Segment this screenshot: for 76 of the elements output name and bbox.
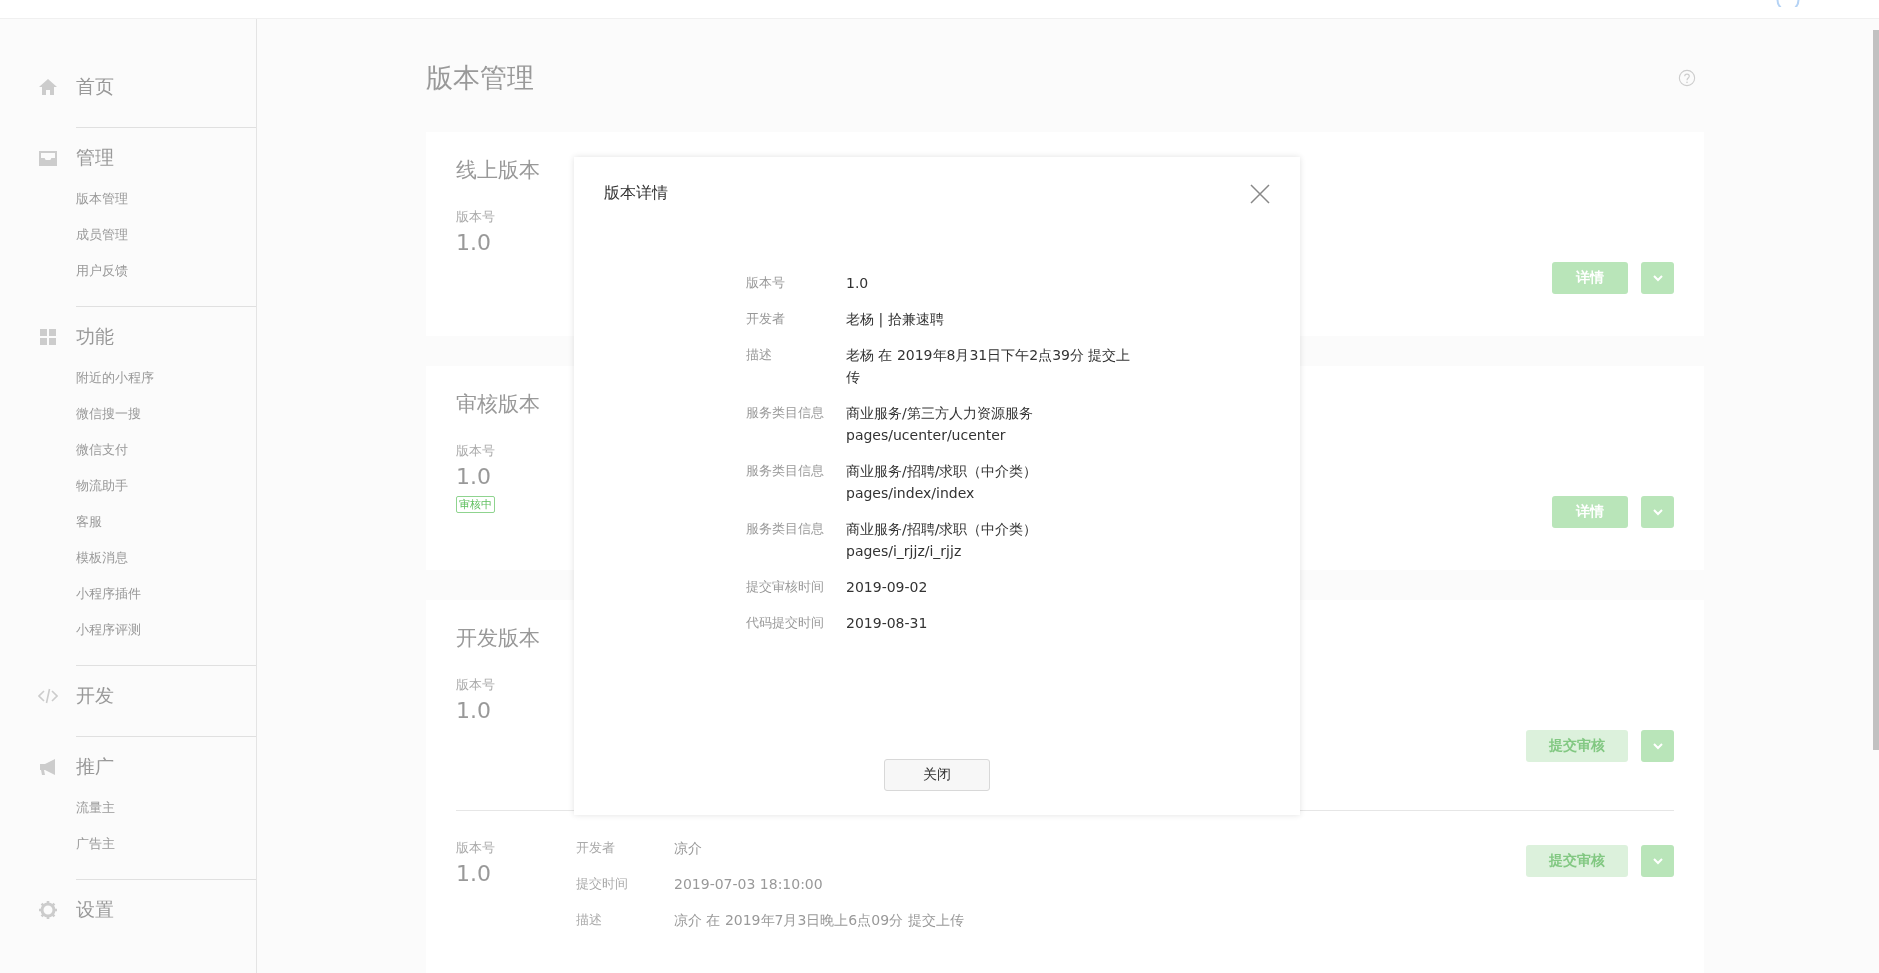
- field-value: 凉介: [674, 839, 702, 858]
- dropdown-button[interactable]: [1641, 845, 1674, 877]
- nav-item[interactable]: 微信支付: [76, 442, 128, 457]
- field-label: 开发者: [576, 839, 616, 857]
- version-number: 1.0: [456, 464, 491, 489]
- detail-label: 服务类目信息: [746, 520, 825, 538]
- detail-label: 描述: [746, 346, 773, 364]
- nav-heading[interactable]: 设置: [76, 897, 114, 923]
- close-icon[interactable]: [1250, 183, 1270, 204]
- version-number: 1.0: [456, 861, 491, 886]
- status-tag: 审核中: [456, 496, 495, 513]
- section-title: 审核版本: [456, 392, 540, 416]
- caret-icon: [1651, 855, 1664, 867]
- detail-value: 商业服务/招聘/求职（中介类）: [846, 462, 1039, 481]
- version-number: 1.0: [456, 698, 491, 723]
- gear-icon: [38, 900, 58, 920]
- nav-item[interactable]: 版本管理: [76, 191, 128, 206]
- nav-item[interactable]: 客服: [76, 514, 102, 529]
- nav-heading[interactable]: 首页: [76, 74, 114, 100]
- detail-value: 商业服务/第三方人力资源服务: [846, 404, 1034, 423]
- section-title: 线上版本: [456, 158, 540, 182]
- dropdown-button[interactable]: [1641, 496, 1674, 528]
- nav-item[interactable]: 小程序评测: [76, 622, 141, 637]
- nav-item[interactable]: 模板消息: [76, 550, 128, 565]
- nav-heading[interactable]: 功能: [76, 324, 114, 350]
- version-label: 版本号: [456, 443, 495, 458]
- close-button[interactable]: 关闭: [884, 759, 990, 791]
- detail-label: 代码提交时间: [746, 614, 825, 632]
- field-value: 凉介 在 2019年7月3日晚上6点09分 提交上传: [674, 911, 964, 930]
- detail-value: pages/index/index: [846, 484, 976, 503]
- version-number: 1.0: [456, 230, 491, 255]
- nav-item[interactable]: 小程序插件: [76, 586, 141, 601]
- scrollbar[interactable]: [1873, 30, 1879, 750]
- detail-value: 老杨 | 拾兼速聘: [846, 310, 945, 330]
- nav-item[interactable]: 用户反馈: [76, 263, 128, 278]
- code-icon: [38, 686, 58, 706]
- help-icon[interactable]: [1678, 69, 1696, 87]
- nav-item[interactable]: 成员管理: [76, 227, 128, 242]
- detail-label: 服务类目信息: [746, 462, 825, 480]
- page-title: 版本管理: [426, 61, 534, 95]
- version-label: 版本号: [456, 677, 495, 692]
- nav-item[interactable]: 流量主: [76, 800, 115, 815]
- section-title: 开发版本: [456, 626, 540, 650]
- field-label: 提交时间: [576, 875, 629, 893]
- detail-value: pages/ucenter/ucenter: [846, 426, 1007, 445]
- caret-icon: [1651, 272, 1664, 284]
- nav-item[interactable]: 附近的小程序: [76, 370, 154, 385]
- avatar-icon[interactable]: [1776, 0, 1800, 7]
- dropdown-button[interactable]: [1641, 730, 1674, 762]
- detail-label: 提交审核时间: [746, 578, 825, 596]
- grid-icon: [38, 327, 58, 347]
- nav-heading[interactable]: 开发: [76, 683, 114, 709]
- nav-item[interactable]: 物流助手: [76, 478, 128, 493]
- detail-value: 2019-09-02: [846, 578, 929, 597]
- dialog-title: 版本详情: [604, 183, 668, 204]
- detail-value: 老杨 在 2019年8月31日下午2点39分 提交上传: [846, 346, 1132, 387]
- detail-value: pages/i_rjjz/i_rjjz: [846, 542, 963, 561]
- detail-value: 商业服务/招聘/求职（中介类）: [846, 520, 1039, 539]
- megaphone-icon: [38, 757, 58, 777]
- field-value: 2019-07-03 18:10:00: [674, 875, 823, 894]
- caret-icon: [1651, 740, 1664, 752]
- detail-label: 版本号: [746, 274, 786, 292]
- caret-icon: [1651, 506, 1664, 518]
- version-label: 版本号: [456, 840, 495, 855]
- version-label: 版本号: [456, 209, 495, 224]
- detail-label: 开发者: [746, 310, 786, 328]
- field-label: 描述: [576, 911, 603, 929]
- nav-heading[interactable]: 管理: [76, 145, 114, 171]
- detail-label: 服务类目信息: [746, 404, 825, 422]
- home-icon: [38, 77, 58, 97]
- inbox-icon: [38, 148, 58, 168]
- detail-value: 2019-08-31: [846, 614, 929, 633]
- nav-item[interactable]: 广告主: [76, 836, 115, 851]
- dropdown-button[interactable]: [1641, 262, 1674, 294]
- detail-value: 1.0: [846, 274, 870, 293]
- nav-heading[interactable]: 推广: [76, 754, 114, 780]
